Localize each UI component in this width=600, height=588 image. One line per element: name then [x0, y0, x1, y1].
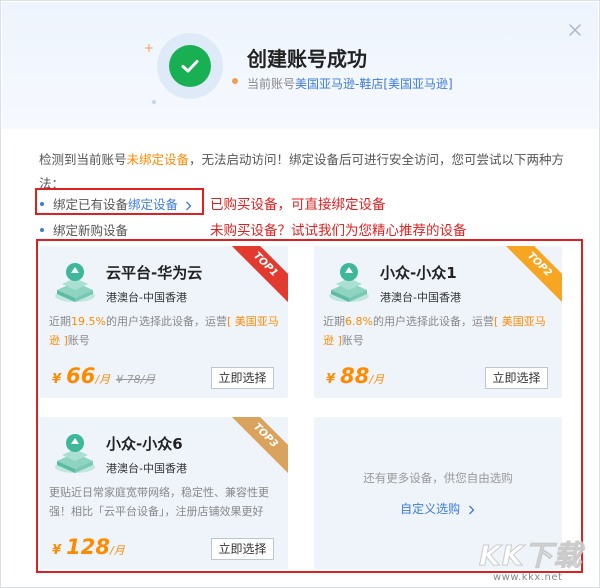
current-account-prefix: 当前账号: [247, 77, 296, 91]
select-button[interactable]: 立即选择: [485, 367, 548, 389]
rank-badge: TOP2: [500, 246, 562, 304]
decor-dot-icon: [232, 78, 238, 84]
device-card[interactable]: 小众-小众1 港澳台-中国香港 TOP2 近期6.8%的用户选择此设备，运营[ …: [314, 246, 562, 398]
desc-text: 账号: [67, 334, 90, 347]
watermark-url: www.kkx.net: [493, 572, 563, 583]
device-desc: 近期6.8%的用户选择此设备，运营[ 美国亚马逊 ]账号: [323, 312, 555, 350]
price: ¥ 88/月: [326, 364, 384, 388]
rank-badge: TOP1: [226, 246, 288, 304]
select-button[interactable]: 立即选择: [211, 367, 274, 389]
device-name: 小众-小众1: [380, 264, 457, 282]
custom-purchase-label: 自定义选购: [400, 502, 461, 516]
create-account-dialog: + 创建账号成功 当前账号美国亚马逊-鞋店[美国亚马逊] 检测到当前账号未绑定设…: [0, 0, 600, 588]
notice-text: 检测到当前账号: [39, 152, 127, 167]
custom-purchase-link[interactable]: 自定义选购: [314, 500, 562, 517]
bullet-icon: [40, 227, 44, 232]
desc-text: 账号: [341, 334, 364, 347]
device-desc: 更贴近日常家庭宽带网络，稳定性、兼容性更强！相比「云平台设备」，注册店铺效果更好: [49, 486, 269, 518]
option-label: 绑定新购设备: [53, 223, 129, 238]
device-name: 小众-小众6: [106, 435, 183, 453]
desc-text: 近期: [49, 315, 71, 328]
site-watermark: KK下载 www.kkx.net: [478, 534, 595, 586]
selection-pct: 19.5%: [71, 315, 106, 328]
select-button[interactable]: 立即选择: [211, 538, 274, 560]
device-card[interactable]: 云平台-华为云 港澳台-中国香港 TOP1 近期19.5%的用户选择此设备，运营…: [40, 246, 288, 398]
close-icon: [569, 24, 581, 36]
desc-text: 的用户选择此设备，运营: [105, 315, 227, 328]
server-platform-icon: [329, 263, 369, 302]
server-platform-icon: [55, 434, 95, 473]
price: ¥ 66/月 ¥ 78/月: [52, 364, 155, 388]
watermark-logo: KK下载: [478, 539, 583, 573]
price: ¥ 128/月: [52, 535, 125, 559]
chevron-right-icon: [468, 505, 475, 514]
unbound-warning: 未绑定设备: [126, 152, 190, 167]
device-region: 港澳台-中国香港: [380, 291, 461, 304]
price-value: 128: [66, 535, 110, 559]
device-desc: 近期19.5%的用户选择此设备，运营[ 美国亚马逊 ]账号: [49, 312, 281, 350]
currency: ¥: [52, 372, 62, 387]
currency: ¥: [326, 372, 336, 387]
annotation-bind-existing: 已购买设备，可直接绑定设备: [210, 197, 386, 213]
option-bind-existing: 绑定已有设备绑定设备: [40, 194, 193, 213]
server-platform-icon: [55, 263, 95, 302]
more-devices-text: 还有更多设备，供您自由选购: [363, 471, 513, 485]
decor-dot-icon: [152, 100, 156, 104]
device-region: 港澳台-中国香港: [106, 291, 187, 304]
device-name: 云平台-华为云: [106, 264, 203, 282]
success-check-icon: [169, 45, 211, 87]
price-value: 66: [66, 364, 96, 388]
option-bind-new: 绑定新购设备: [40, 220, 128, 239]
currency: ¥: [52, 543, 62, 558]
close-button[interactable]: [566, 21, 584, 39]
device-card[interactable]: 小众-小众6 港澳台-中国香港 TOP3 更贴近日常家庭宽带网络，稳定性、兼容性…: [40, 417, 288, 569]
original-price: ¥ 78/月: [116, 373, 156, 386]
decor-plus-icon: +: [144, 41, 155, 55]
price-unit: /月: [369, 373, 385, 386]
chevron-right-icon: [186, 201, 192, 210]
desc-text: 的用户选择此设备，运营: [372, 315, 494, 328]
current-account: 当前账号美国亚马逊-鞋店[美国亚马逊]: [247, 75, 453, 92]
selection-pct: 6.8%: [345, 315, 373, 328]
bind-device-link-label: 绑定设备: [128, 197, 179, 212]
price-unit: /月: [95, 373, 111, 386]
option-label: 绑定已有设备: [53, 197, 129, 212]
dialog-title: 创建账号成功: [247, 47, 367, 71]
bind-device-link[interactable]: 绑定设备: [128, 197, 193, 212]
bullet-icon: [40, 201, 44, 206]
desc-text: 近期: [323, 315, 345, 328]
annotation-recommend: 未购买设备？试试我们为您精心推荐的设备: [210, 223, 467, 239]
device-region: 港澳台-中国香港: [106, 462, 187, 475]
rank-badge: TOP3: [226, 417, 288, 475]
price-unit: /月: [109, 544, 125, 557]
price-value: 88: [340, 364, 370, 388]
current-account-name: 美国亚马逊-鞋店[美国亚马逊]: [295, 77, 453, 91]
